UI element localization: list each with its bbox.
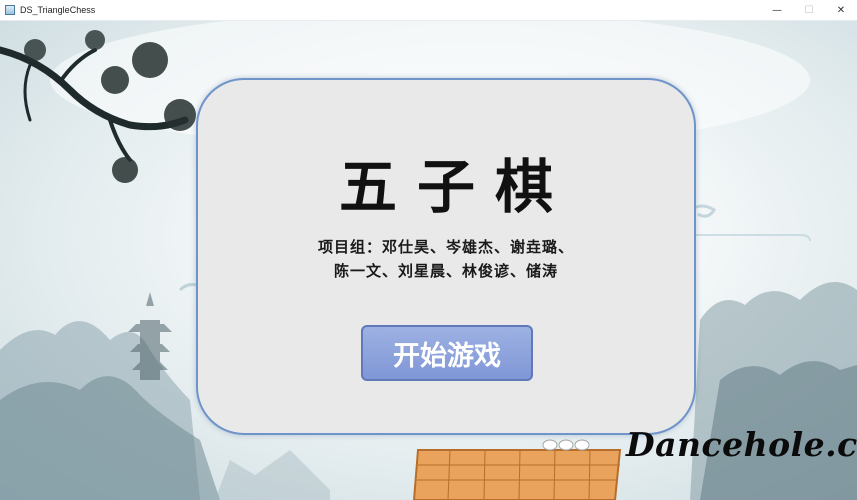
main-menu-panel: 五子棋 项目组：邓仕昊、岑雄杰、谢垚璐、 陈一文、刘星晨、林俊谚、储涛 开始游戏 <box>196 78 696 435</box>
game-scene: 五子棋 项目组：邓仕昊、岑雄杰、谢垚璐、 陈一文、刘星晨、林俊谚、储涛 开始游戏… <box>0 20 857 500</box>
credits-line-2: 陈一文、刘星晨、林俊谚、储涛 <box>333 262 558 280</box>
chessboard-decoration <box>412 439 622 500</box>
game-title: 五子棋 <box>338 153 573 221</box>
maximize-button[interactable]: ☐ <box>793 0 825 20</box>
close-button[interactable]: ✕ <box>825 0 857 20</box>
app-icon <box>5 5 15 15</box>
minimize-button[interactable]: — <box>761 0 793 20</box>
watermark-text: Dancehole.cn <box>626 425 857 464</box>
project-credits: 项目组：邓仕昊、岑雄杰、谢垚璐、 陈一文、刘星晨、林俊谚、储涛 <box>198 235 694 283</box>
window-title: DS_TriangleChess <box>20 5 96 15</box>
window-controls: — ☐ ✕ <box>761 0 857 20</box>
window-title-bar: DS_TriangleChess — ☐ ✕ <box>0 0 857 21</box>
start-game-button[interactable]: 开始游戏 <box>361 325 533 381</box>
credits-line-1: 项目组：邓仕昊、岑雄杰、谢垚璐、 <box>317 238 574 256</box>
